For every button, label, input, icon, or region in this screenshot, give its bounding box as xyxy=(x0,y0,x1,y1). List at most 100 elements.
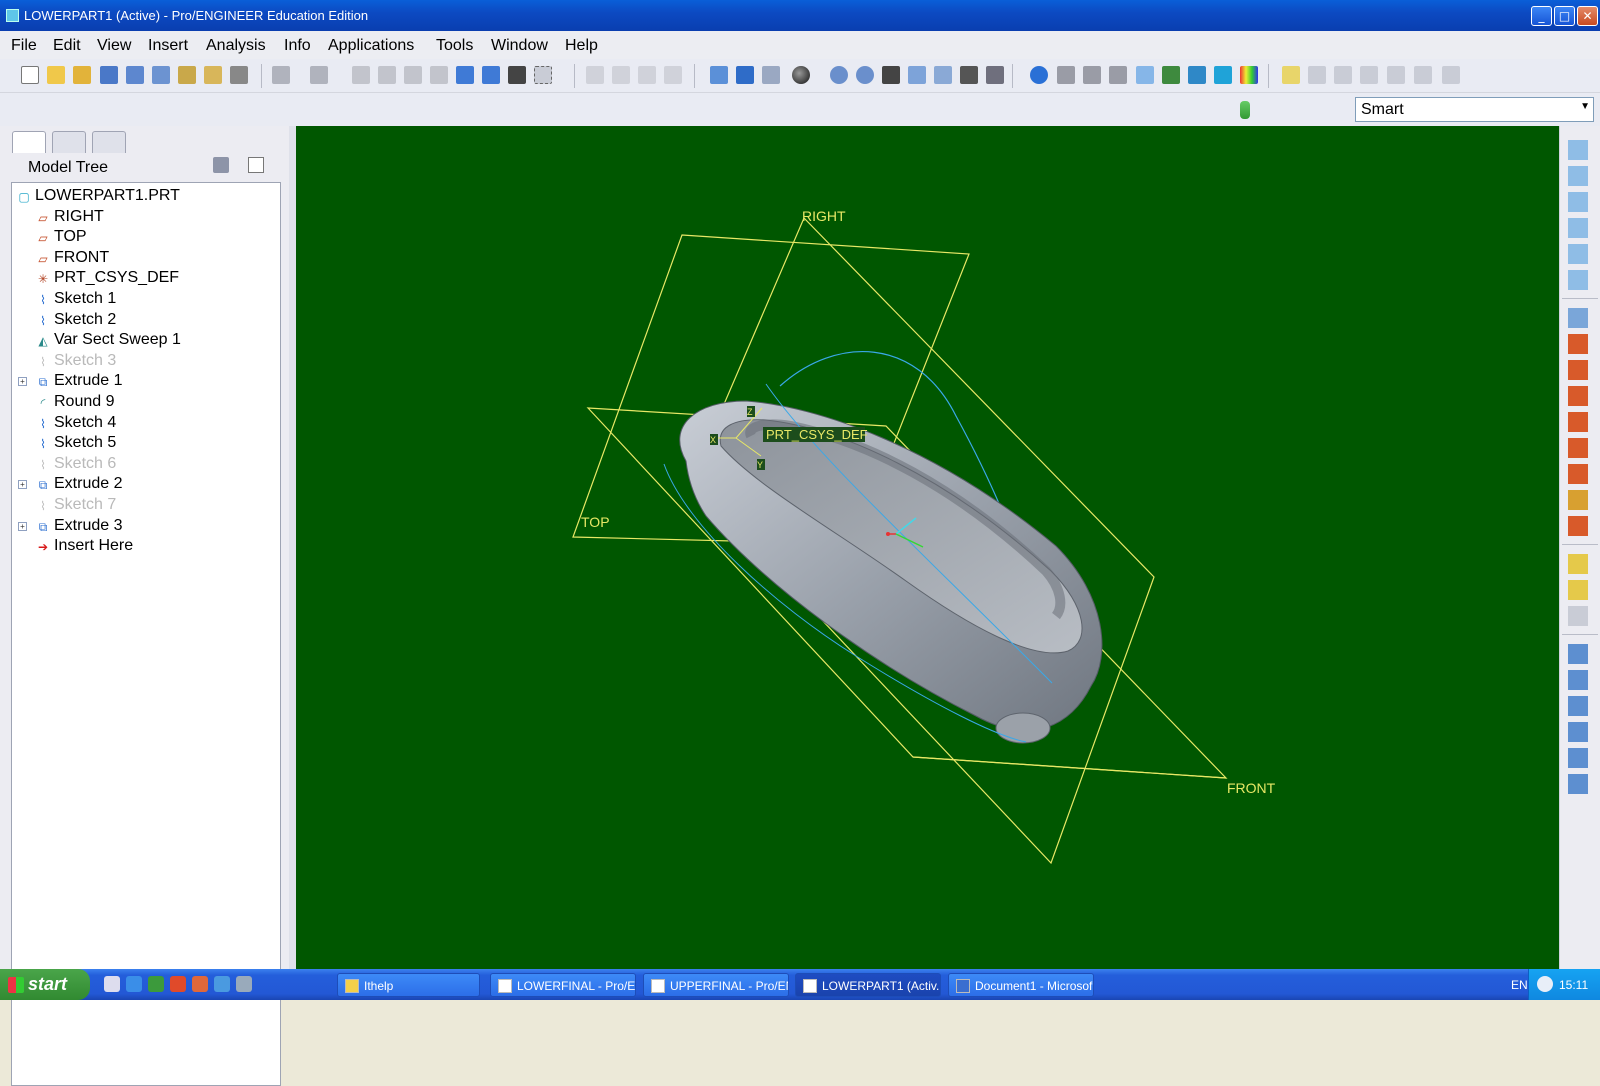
tree-item[interactable]: ⌇ Sketch 5 xyxy=(12,434,280,454)
datum-axis-tool-icon[interactable] xyxy=(1568,386,1588,406)
tab-folder-browser[interactable] xyxy=(52,131,86,153)
pattern-icon[interactable] xyxy=(664,66,682,84)
revolve-tool-icon[interactable] xyxy=(1568,670,1588,690)
rename-icon[interactable] xyxy=(178,66,196,84)
undo-icon[interactable] xyxy=(272,66,290,84)
cut-icon[interactable] xyxy=(352,66,370,84)
datum-axes-icon[interactable] xyxy=(1308,66,1326,84)
maximize-button[interactable]: □ xyxy=(1554,6,1575,26)
tree-item[interactable]: + ⧉ Extrude 1 xyxy=(12,372,280,392)
saved-views-icon[interactable] xyxy=(934,66,952,84)
var-sect-sweep-tool-icon[interactable] xyxy=(1568,696,1588,716)
new-file-icon[interactable] xyxy=(21,66,39,84)
csys-display-icon[interactable] xyxy=(1360,66,1378,84)
datum-curve-tool-icon[interactable] xyxy=(1568,412,1588,432)
task-ithelp[interactable]: Ithelp xyxy=(337,973,480,997)
tree-item[interactable]: ⌇ Sketch 2 xyxy=(12,311,280,331)
proe-icon[interactable] xyxy=(214,976,230,992)
color-palette-icon[interactable] xyxy=(1240,66,1258,84)
tree-item[interactable]: ⌇ Sketch 1 xyxy=(12,290,280,310)
menu-help[interactable]: Help xyxy=(565,37,598,55)
shaded-icon[interactable] xyxy=(1109,66,1127,84)
tree-item[interactable]: ▱ RIGHT xyxy=(12,208,280,228)
boundary-blend-tool-icon[interactable] xyxy=(1568,748,1588,768)
spin-center-display-icon[interactable] xyxy=(1414,66,1432,84)
close-button[interactable]: ✕ xyxy=(1577,6,1598,26)
graphics-window[interactable]: Z X Y RIGHT TOP FRONT PRT_CSYS_DEF xyxy=(296,126,1559,969)
tree-item[interactable]: ➔ Insert Here xyxy=(12,537,280,557)
paste-special-icon[interactable] xyxy=(430,66,448,84)
regenerate-icon[interactable] xyxy=(456,66,474,84)
annotation-display-icon[interactable] xyxy=(1387,66,1405,84)
reorient-icon[interactable] xyxy=(908,66,926,84)
datum-label-top[interactable]: TOP xyxy=(581,514,610,530)
tree-settings-icon[interactable] xyxy=(213,157,229,173)
language-indicator[interactable]: EN xyxy=(1511,978,1528,992)
tree-item[interactable]: ⌇ Sketch 6 xyxy=(12,455,280,475)
csys-tool-icon[interactable] xyxy=(1568,464,1588,484)
tray-icon[interactable] xyxy=(1537,976,1553,992)
open-recent-icon[interactable] xyxy=(73,66,91,84)
offset-plane-tool-icon[interactable] xyxy=(1568,360,1588,380)
blend-tool-icon[interactable] xyxy=(1568,722,1588,742)
quicklaunch-icon[interactable] xyxy=(104,976,120,992)
tree-item[interactable]: ◜ Round 9 xyxy=(12,393,280,413)
copy-icon[interactable] xyxy=(378,66,396,84)
csys-label[interactable]: PRT_CSYS_DEF xyxy=(766,427,868,442)
chevron-down-icon[interactable]: ▼ xyxy=(1580,101,1590,112)
enhanced-realism-icon[interactable] xyxy=(1136,66,1154,84)
menu-info[interactable]: Info xyxy=(284,37,311,55)
whats-this-icon[interactable] xyxy=(1442,66,1460,84)
tree-item[interactable]: + ⧉ Extrude 3 xyxy=(12,517,280,537)
menu-applications[interactable]: Applications xyxy=(328,37,414,55)
tree-item[interactable]: ✳ PRT_CSYS_DEF xyxy=(12,269,280,289)
menu-insert[interactable]: Insert xyxy=(148,37,188,55)
menu-window[interactable]: Window xyxy=(491,37,548,55)
tab-favorites[interactable] xyxy=(92,131,126,153)
sketch-tool-icon[interactable] xyxy=(1568,308,1588,328)
sweep-path-tool-icon[interactable] xyxy=(1568,516,1588,536)
chamfer-tool-icon[interactable] xyxy=(1568,270,1588,290)
menu-analysis[interactable]: Analysis xyxy=(206,37,266,55)
tree-item[interactable]: ⌇ Sketch 4 xyxy=(12,414,280,434)
erase-icon[interactable] xyxy=(204,66,222,84)
save-copy-icon[interactable] xyxy=(126,66,144,84)
datum-plane-tool-icon[interactable] xyxy=(1568,334,1588,354)
tree-item[interactable]: ⌇ Sketch 7 xyxy=(12,496,280,516)
hidden-line-icon[interactable] xyxy=(1057,66,1075,84)
datum-point-tool-icon[interactable] xyxy=(1568,438,1588,458)
excel-icon[interactable] xyxy=(148,976,164,992)
tree-item[interactable]: ◭ Var Sect Sweep 1 xyxy=(12,331,280,351)
expand-icon[interactable]: + xyxy=(18,377,27,387)
menu-view[interactable]: View xyxy=(97,37,131,55)
datum-planes-icon[interactable] xyxy=(1282,66,1300,84)
paste-tool-icon[interactable] xyxy=(1568,580,1588,600)
selection-filter[interactable]: Smart ▼ xyxy=(1355,97,1594,122)
menu-tools[interactable]: Tools xyxy=(436,37,473,55)
orient-icon[interactable] xyxy=(762,66,780,84)
tree-show-icon[interactable] xyxy=(248,157,264,173)
refit-view-icon[interactable] xyxy=(882,66,900,84)
open-file-icon[interactable] xyxy=(47,66,65,84)
draft-tool-icon[interactable] xyxy=(1568,218,1588,238)
tree-item[interactable]: ▱ TOP xyxy=(12,228,280,248)
appearance-icon[interactable] xyxy=(1214,66,1232,84)
mirror-icon[interactable] xyxy=(586,66,604,84)
scene-icon[interactable] xyxy=(1188,66,1206,84)
hole-tool-icon[interactable] xyxy=(1568,140,1588,160)
tree-item[interactable]: ▱ FRONT xyxy=(12,249,280,269)
copy-tool-icon[interactable] xyxy=(1568,554,1588,574)
texture-icon[interactable] xyxy=(1162,66,1180,84)
extrude-tool-icon[interactable] xyxy=(1568,644,1588,664)
regen-manager-icon[interactable] xyxy=(482,66,500,84)
browser-icon[interactable] xyxy=(192,976,208,992)
zoom-in-icon[interactable] xyxy=(830,66,848,84)
zoom-out-icon[interactable] xyxy=(856,66,874,84)
datum-label-right[interactable]: RIGHT xyxy=(802,208,846,224)
printer-icon[interactable] xyxy=(236,976,252,992)
redo-icon[interactable] xyxy=(310,66,328,84)
paste-special-tool-icon[interactable] xyxy=(1568,606,1588,626)
tree-item[interactable]: + ⧉ Extrude 2 xyxy=(12,475,280,495)
tree-item[interactable]: ▢ LOWERPART1.PRT xyxy=(12,187,280,207)
no-hidden-icon[interactable] xyxy=(1083,66,1101,84)
